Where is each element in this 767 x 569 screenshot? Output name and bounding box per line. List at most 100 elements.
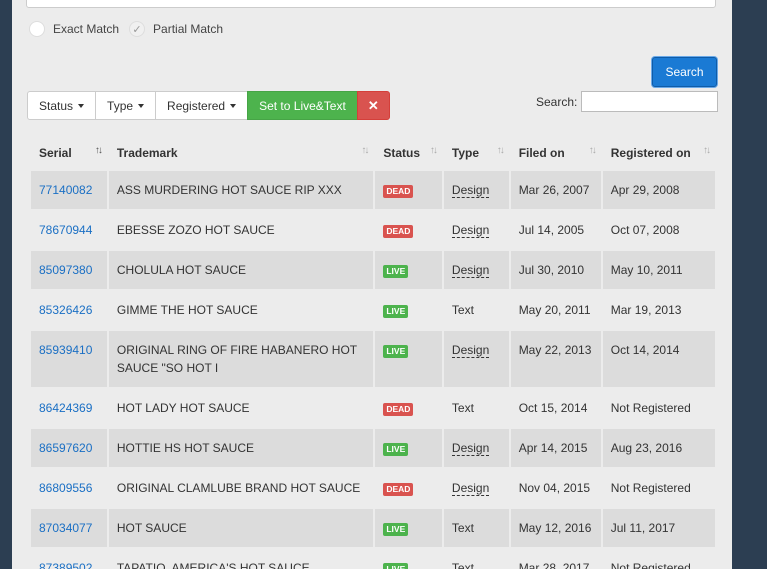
- serial-link[interactable]: 85097380: [39, 263, 92, 277]
- filter-toolbar: Status Type Registered Set to Live&Text …: [27, 91, 390, 120]
- status-badge: LIVE: [383, 305, 409, 318]
- main-panel: Exact Match ✓ Partial Match Search Statu…: [12, 0, 732, 569]
- type-link[interactable]: Design: [451, 263, 490, 278]
- cell-trademark: EBESSE ZOZO HOT SAUCE: [108, 211, 374, 251]
- close-icon: ✕: [367, 97, 379, 113]
- status-badge: LIVE: [383, 345, 409, 358]
- cell-type: Design: [443, 429, 509, 469]
- status-filter-button[interactable]: Status: [27, 91, 97, 120]
- type-link[interactable]: Design: [451, 441, 490, 456]
- cell-registered: Oct 14, 2014: [602, 331, 715, 389]
- column-header-status[interactable]: Status ↑↓: [375, 134, 442, 171]
- cell-filed: May 20, 2011: [510, 291, 601, 331]
- column-header-label: Status: [383, 145, 421, 160]
- cell-type: Design: [443, 251, 509, 291]
- search-button[interactable]: Search: [652, 57, 717, 87]
- table-row: 77140082 ASS MURDERING HOT SAUCE RIP XXX D…: [31, 171, 715, 211]
- cell-status: LIVE: [375, 549, 442, 569]
- serial-link[interactable]: 86424369: [39, 401, 92, 415]
- column-header-label: Filed on: [518, 145, 565, 160]
- check-icon: ✓: [132, 23, 142, 36]
- type-link[interactable]: Design: [451, 481, 490, 496]
- type-text: Text: [451, 401, 474, 415]
- type-filter-button[interactable]: Type: [95, 91, 157, 120]
- column-header-serial[interactable]: Serial ↑↓: [31, 134, 107, 171]
- type-link[interactable]: Design: [451, 343, 490, 358]
- cell-serial: 78670944: [31, 211, 107, 251]
- table-row: 86597620 HOTTIE HS HOT SAUCE LIVE Design Apr…: [31, 429, 715, 469]
- clear-filters-button[interactable]: ✕: [356, 91, 390, 120]
- cell-serial: 85939410: [31, 331, 107, 389]
- partial-match-radio[interactable]: ✓: [129, 21, 146, 37]
- serial-link[interactable]: 86809556: [39, 481, 92, 495]
- query-textarea[interactable]: [26, 0, 716, 8]
- serial-link[interactable]: 78670944: [39, 223, 92, 237]
- table-row: 86809556 ORIGINAL CLAMLUBE BRAND HOT SAUC…: [31, 469, 715, 509]
- cell-registered: May 10, 2011: [602, 251, 715, 291]
- caret-down-icon: [78, 103, 85, 108]
- cell-trademark: HOT SAUCE: [108, 509, 374, 549]
- column-header-registered[interactable]: Registered on ↑↓: [603, 134, 715, 171]
- registered-filter-button[interactable]: Registered: [155, 91, 249, 120]
- cell-trademark: TAPATIO, AMERICA'S HOT SAUCE: [108, 549, 374, 569]
- status-badge: DEAD: [383, 185, 414, 198]
- column-header-filed[interactable]: Filed on ↑↓: [511, 134, 601, 171]
- type-text: Text: [451, 561, 474, 569]
- cell-trademark: HOT LADY HOT SAUCE: [108, 389, 374, 429]
- status-badge: DEAD: [383, 225, 414, 238]
- type-text: Text: [451, 303, 474, 317]
- exact-match-radio[interactable]: [29, 21, 45, 37]
- cell-status: LIVE: [375, 291, 442, 331]
- table-row: 85097380 CHOLULA HOT SAUCE LIVE Design Jul 3…: [31, 251, 715, 291]
- serial-link[interactable]: 87389502: [39, 561, 92, 569]
- sort-icon: ↑↓: [496, 145, 505, 156]
- cell-type: Text: [443, 389, 509, 429]
- caret-down-icon: [138, 103, 145, 108]
- partial-match-label: Partial Match: [153, 22, 224, 36]
- cell-serial: 85097380: [31, 251, 107, 291]
- cell-filed: Jul 30, 2010: [510, 251, 601, 291]
- serial-link[interactable]: 77140082: [39, 183, 92, 197]
- cell-type: Design: [443, 331, 509, 389]
- type-link[interactable]: Design: [451, 183, 490, 198]
- table-row: 86424369 HOT LADY HOT SAUCE DEAD Text Oct 15…: [31, 389, 715, 429]
- cell-status: LIVE: [375, 331, 442, 389]
- results-table: Serial ↑↓ Trademark ↑↓ Status ↑↓ Type ↑↓ Fil…: [29, 134, 717, 569]
- sort-icon: ↑↓: [703, 145, 711, 156]
- cell-registered: Mar 19, 2013: [602, 291, 715, 331]
- table-row: 78670944 EBESSE ZOZO HOT SAUCE DEAD Design J…: [31, 211, 715, 251]
- cell-filed: Jul 14, 2005: [510, 211, 601, 251]
- column-header-label: Serial: [39, 145, 72, 160]
- cell-status: DEAD: [375, 469, 442, 509]
- cell-type: Design: [443, 171, 509, 211]
- cell-filed: May 22, 2013: [510, 331, 601, 389]
- column-header-label: Registered on: [610, 145, 691, 160]
- set-live-text-button[interactable]: Set to Live&Text: [247, 91, 358, 120]
- column-header-type[interactable]: Type ↑↓: [444, 134, 509, 171]
- cell-status: DEAD: [375, 211, 442, 251]
- serial-link[interactable]: 87034077: [39, 521, 92, 535]
- sort-icon: ↑↓: [429, 145, 438, 156]
- cell-registered: Oct 07, 2008: [602, 211, 715, 251]
- cell-status: LIVE: [375, 251, 442, 291]
- table-search-label: Search:: [536, 94, 578, 109]
- table-search-input[interactable]: [581, 91, 719, 112]
- type-link[interactable]: Design: [451, 223, 490, 238]
- serial-link[interactable]: 86597620: [39, 441, 92, 455]
- type-filter-label: Type: [107, 98, 134, 113]
- cell-trademark: ORIGINAL CLAMLUBE BRAND HOT SAUCE: [108, 469, 374, 509]
- column-header-label: Type: [451, 145, 480, 160]
- cell-trademark: HOTTIE HS HOT SAUCE: [108, 429, 374, 469]
- cell-filed: Oct 15, 2014: [510, 389, 601, 429]
- column-header-trademark[interactable]: Trademark ↑↓: [109, 134, 373, 171]
- cell-trademark: ORIGINAL RING OF FIRE HABANERO HOT SAUCE…: [108, 331, 374, 389]
- match-options: Exact Match ✓ Partial Match: [29, 21, 233, 37]
- sort-asc-icon: ↑↓: [94, 145, 103, 156]
- table-row: 85939410 ORIGINAL RING OF FIRE HABANERO H…: [31, 331, 715, 389]
- column-header-label: Trademark: [116, 145, 178, 160]
- status-badge: LIVE: [383, 563, 409, 569]
- serial-link[interactable]: 85326426: [39, 303, 92, 317]
- type-text: Text: [451, 521, 474, 535]
- serial-link[interactable]: 85939410: [39, 343, 92, 357]
- cell-filed: Mar 28, 2017: [510, 549, 601, 569]
